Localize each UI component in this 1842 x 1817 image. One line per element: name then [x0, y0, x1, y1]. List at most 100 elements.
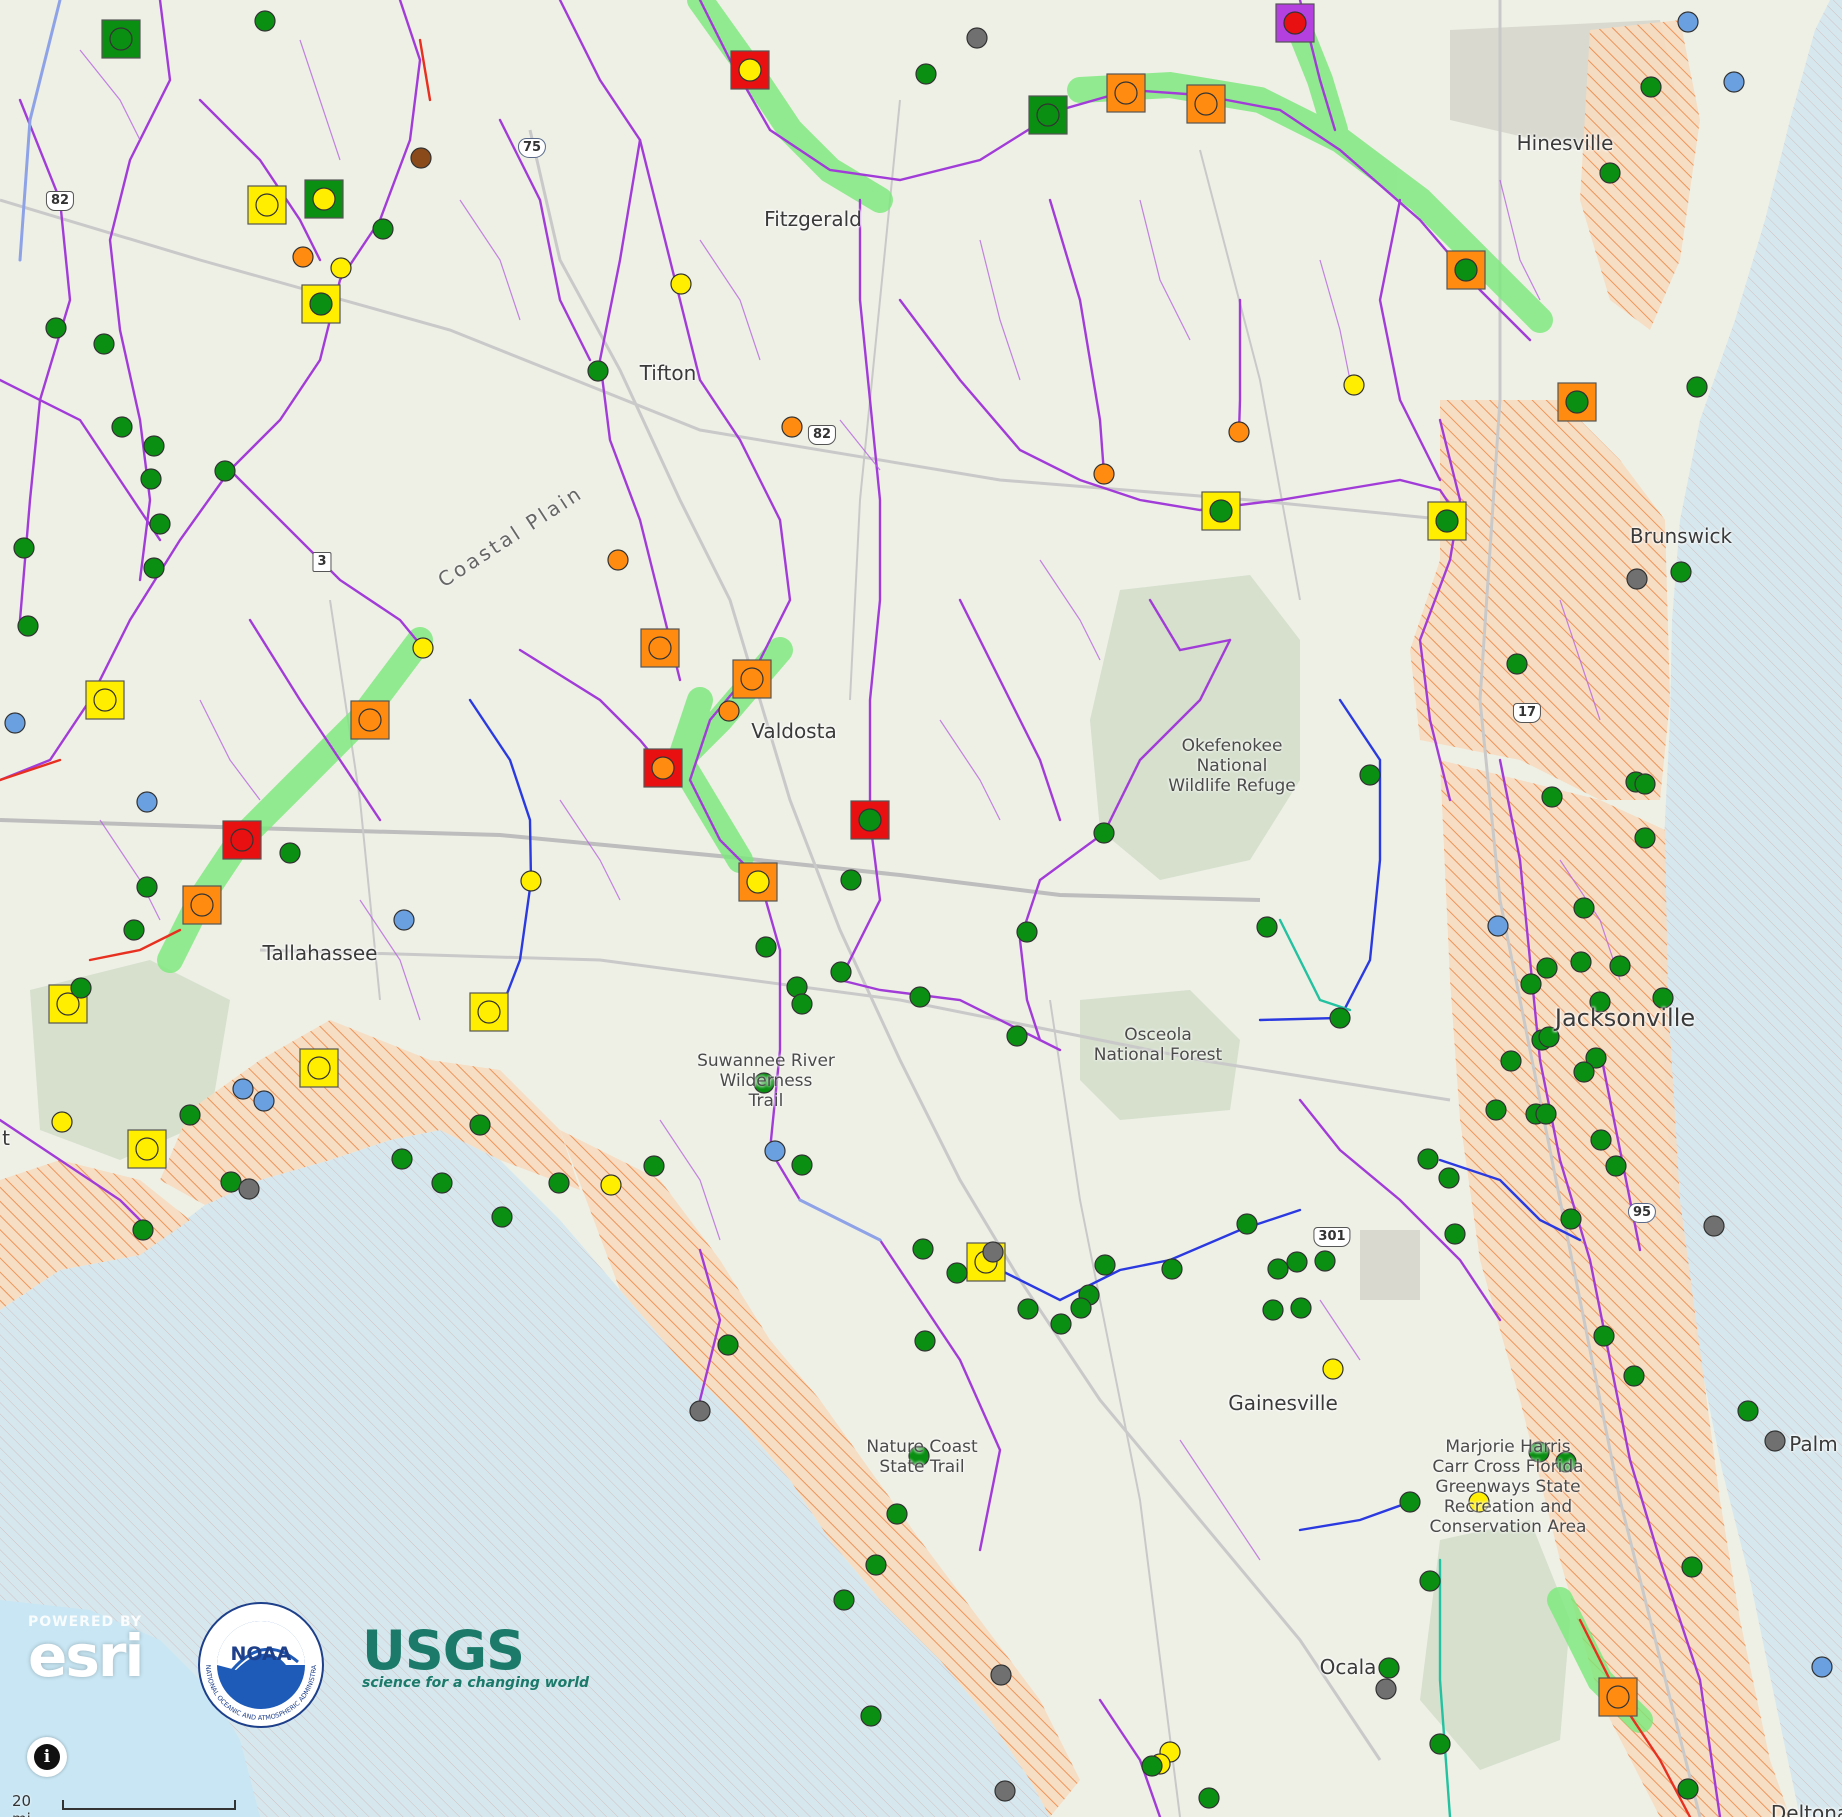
gauge-circle-marker[interactable]	[791, 1154, 813, 1176]
gauge-square-dot[interactable]	[740, 667, 764, 691]
gauge-square-dot[interactable]	[109, 27, 133, 51]
gauge-circle-marker[interactable]	[915, 63, 937, 85]
gauge-circle-marker[interactable]	[1429, 1733, 1451, 1755]
gauge-circle-marker[interactable]	[1314, 1250, 1336, 1272]
gauge-circle-marker[interactable]	[1599, 162, 1621, 184]
gauge-square-dot[interactable]	[1036, 103, 1060, 127]
gauge-circle-marker[interactable]	[1811, 1656, 1833, 1678]
gauge-circle-marker[interactable]	[865, 1554, 887, 1576]
gauge-square-dot[interactable]	[358, 708, 382, 732]
gauge-circle-marker[interactable]	[1723, 71, 1745, 93]
gauge-circle-marker[interactable]	[1016, 921, 1038, 943]
gauge-circle-marker[interactable]	[833, 1589, 855, 1611]
gauge-circle-marker[interactable]	[1640, 76, 1662, 98]
gauge-circle-marker[interactable]	[1438, 1167, 1460, 1189]
gauge-circle-marker[interactable]	[1677, 1778, 1699, 1800]
gauge-circle-marker[interactable]	[4, 712, 26, 734]
gauge-circle-marker[interactable]	[1538, 1026, 1560, 1048]
gauge-circle-marker[interactable]	[912, 1238, 934, 1260]
gauge-circle-marker[interactable]	[1681, 1556, 1703, 1578]
gauge-circle-marker[interactable]	[994, 1780, 1016, 1802]
gauge-circle-marker[interactable]	[1256, 916, 1278, 938]
gauge-circle-marker[interactable]	[1329, 1007, 1351, 1029]
gauge-square-dot[interactable]	[1454, 258, 1478, 282]
gauge-circle-marker[interactable]	[292, 246, 314, 268]
gauge-circle-marker[interactable]	[469, 1114, 491, 1136]
gauge-square-dot[interactable]	[135, 1137, 159, 1161]
map-view[interactable]: Okefenokee National Wildlife Refuge Osceo…	[0, 0, 1842, 1817]
gauge-circle-marker[interactable]	[1267, 1258, 1289, 1280]
gauge-circle-marker[interactable]	[93, 333, 115, 355]
gauge-circle-marker[interactable]	[1573, 897, 1595, 919]
gauge-circle-marker[interactable]	[1262, 1299, 1284, 1321]
gauge-square-dot[interactable]	[477, 1000, 501, 1024]
gauge-circle-marker[interactable]	[914, 1330, 936, 1352]
gauge-circle-marker[interactable]	[143, 435, 165, 457]
gauge-circle-marker[interactable]	[1670, 561, 1692, 583]
gauge-circle-marker[interactable]	[607, 549, 629, 571]
gauge-square-dot[interactable]	[307, 1056, 331, 1080]
gauge-circle-marker[interactable]	[1634, 827, 1656, 849]
gauge-circle-marker[interactable]	[886, 1503, 908, 1525]
gauge-circle-marker[interactable]	[214, 460, 236, 482]
gauge-square-dot[interactable]	[1565, 390, 1589, 414]
gauge-circle-marker[interactable]	[1343, 374, 1365, 396]
gauge-circle-marker[interactable]	[1623, 1365, 1645, 1387]
gauge-circle-marker[interactable]	[1094, 1254, 1116, 1276]
gauge-circle-marker[interactable]	[1590, 1129, 1612, 1151]
gauge-circle-marker[interactable]	[670, 273, 692, 295]
gauge-square-dot[interactable]	[190, 893, 214, 917]
gauge-circle-marker[interactable]	[1290, 1297, 1312, 1319]
gauge-circle-marker[interactable]	[1506, 653, 1528, 675]
gauge-circle-marker[interactable]	[587, 360, 609, 382]
gauge-square-dot[interactable]	[1194, 92, 1218, 116]
gauge-circle-marker[interactable]	[279, 842, 301, 864]
gauge-square-dot[interactable]	[312, 187, 336, 211]
gauge-circle-marker[interactable]	[1541, 786, 1563, 808]
gauge-circle-marker[interactable]	[13, 537, 35, 559]
gauge-circle-marker[interactable]	[1634, 773, 1656, 795]
gauge-square-dot[interactable]	[651, 756, 675, 780]
gauge-square-dot[interactable]	[309, 292, 333, 316]
gauge-circle-marker[interactable]	[1017, 1298, 1039, 1320]
gauge-circle-marker[interactable]	[1520, 973, 1542, 995]
gauge-circle-marker[interactable]	[1686, 376, 1708, 398]
gauge-square-dot[interactable]	[1209, 499, 1233, 523]
gauge-circle-marker[interactable]	[909, 986, 931, 1008]
gauge-circle-marker[interactable]	[1375, 1678, 1397, 1700]
gauge-square-dot[interactable]	[648, 636, 672, 660]
gauge-circle-marker[interactable]	[1141, 1755, 1163, 1777]
gauge-circle-marker[interactable]	[982, 1241, 1004, 1263]
gauge-circle-marker[interactable]	[1359, 764, 1381, 786]
gauge-circle-marker[interactable]	[132, 1219, 154, 1241]
gauge-circle-marker[interactable]	[45, 317, 67, 339]
gauge-circle-marker[interactable]	[1570, 951, 1592, 973]
gauge-circle-marker[interactable]	[1535, 1103, 1557, 1125]
gauge-circle-marker[interactable]	[1419, 1570, 1441, 1592]
gauge-circle-marker[interactable]	[1652, 987, 1674, 1009]
gauge-circle-marker[interactable]	[1485, 1099, 1507, 1121]
gauge-circle-marker[interactable]	[111, 416, 133, 438]
gauge-circle-marker[interactable]	[1764, 1430, 1786, 1452]
gauge-circle-marker[interactable]	[1609, 955, 1631, 977]
gauge-circle-marker[interactable]	[718, 700, 740, 722]
gauge-circle-marker[interactable]	[232, 1078, 254, 1100]
gauge-circle-marker[interactable]	[548, 1172, 570, 1194]
gauge-circle-marker[interactable]	[1605, 1155, 1627, 1177]
gauge-circle-marker[interactable]	[1560, 1208, 1582, 1230]
gauge-circle-marker[interactable]	[966, 27, 988, 49]
gauge-square-dot[interactable]	[1435, 509, 1459, 533]
gauge-square-dot[interactable]	[1114, 81, 1138, 105]
gauge-circle-marker[interactable]	[830, 961, 852, 983]
gauge-circle-marker[interactable]	[1006, 1025, 1028, 1047]
gauge-circle-marker[interactable]	[1444, 1223, 1466, 1245]
gauge-square-dot[interactable]	[858, 808, 882, 832]
gauge-circle-marker[interactable]	[1703, 1215, 1725, 1237]
gauge-circle-marker[interactable]	[1417, 1148, 1439, 1170]
gauge-circle-marker[interactable]	[123, 919, 145, 941]
map-canvas[interactable]	[0, 0, 1842, 1817]
gauge-circle-marker[interactable]	[238, 1178, 260, 1200]
gauge-circle-marker[interactable]	[600, 1174, 622, 1196]
gauge-circle-marker[interactable]	[1236, 1213, 1258, 1235]
gauge-circle-marker[interactable]	[840, 869, 862, 891]
